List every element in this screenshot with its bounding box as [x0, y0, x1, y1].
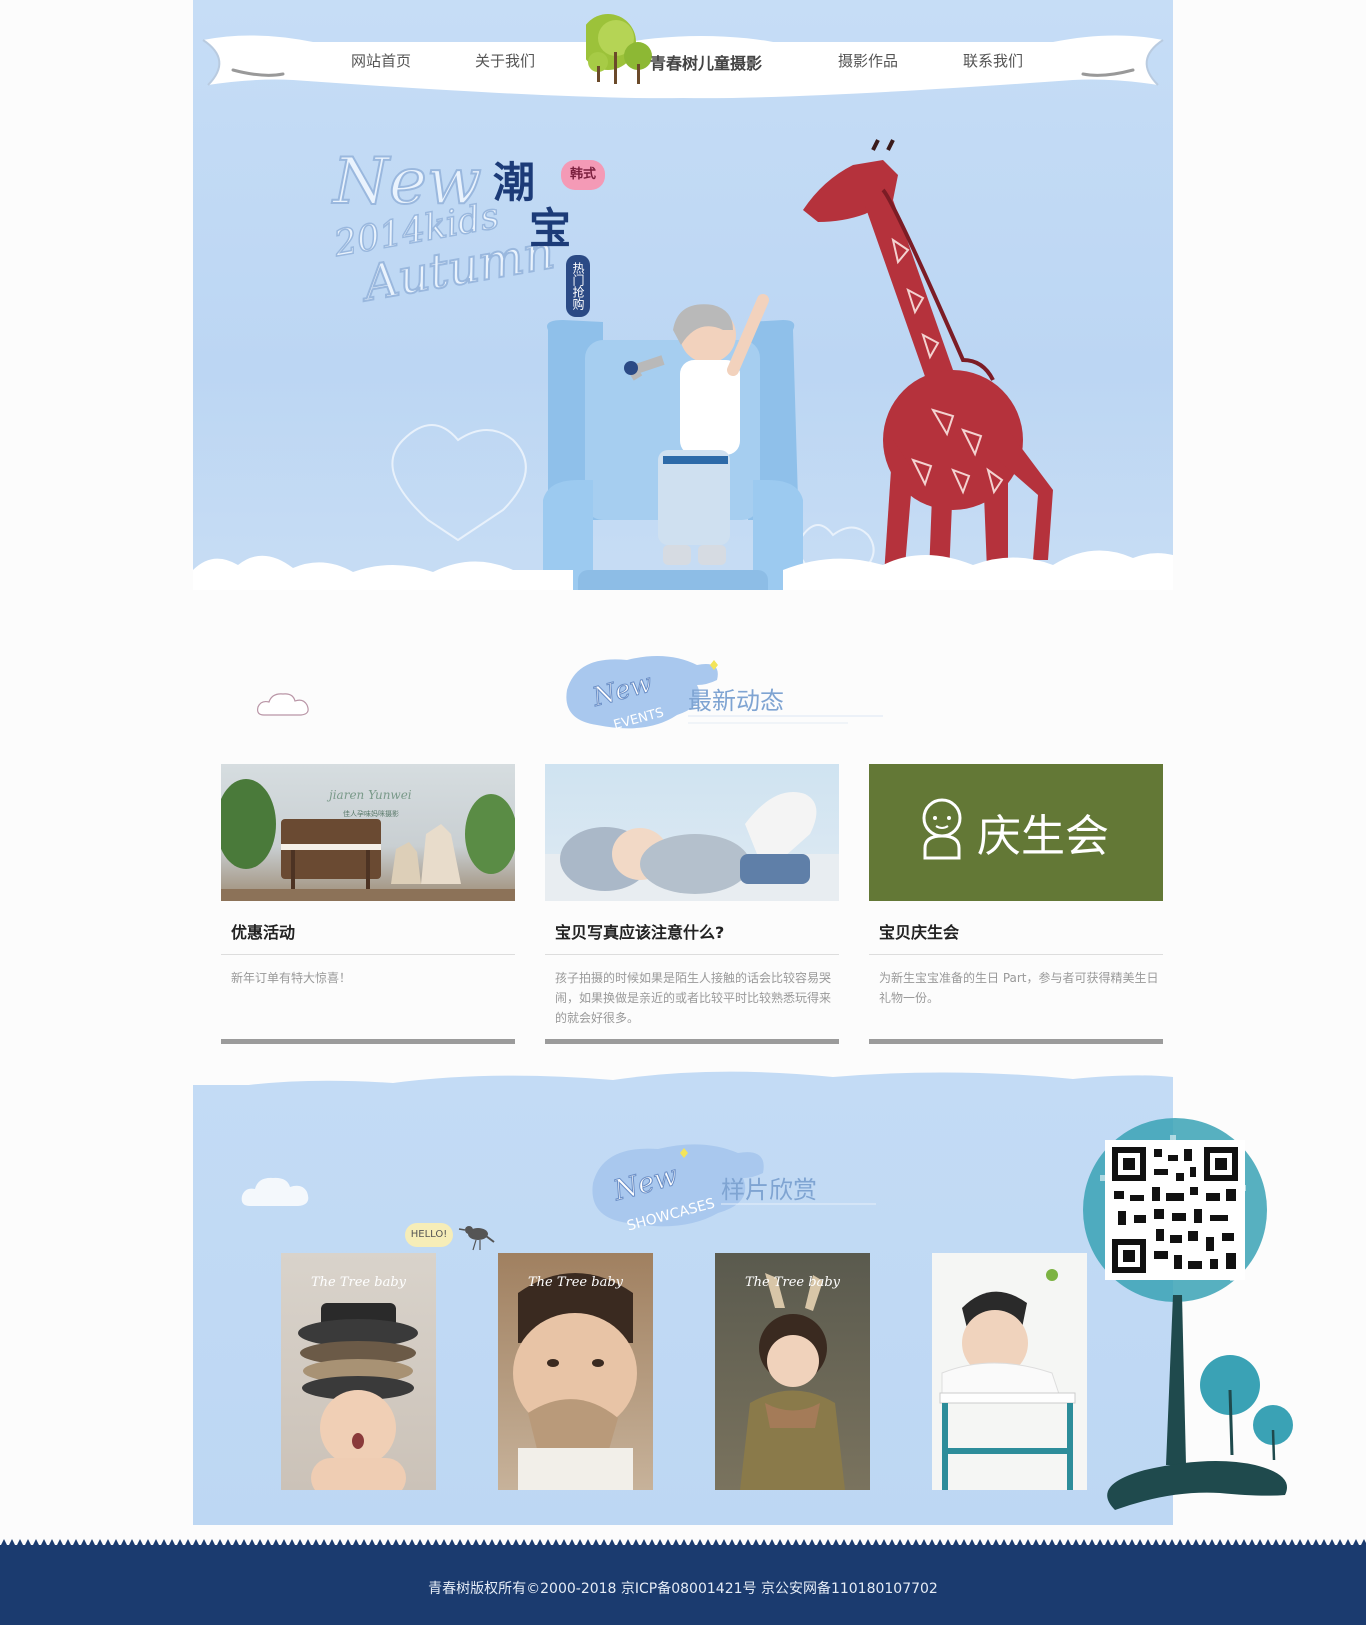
news-card-image[interactable]: 庆生会 [869, 764, 1163, 901]
news-card-desc: 新年订单有特大惊喜！ [231, 971, 352, 985]
news-card-image-text-1: jiaren Yunwei [326, 788, 412, 802]
hero-clouds [193, 550, 1173, 620]
news-card-image[interactable] [545, 764, 839, 901]
cloud-icon [241, 1177, 309, 1206]
divider [869, 954, 1163, 955]
boy-chair-icon [939, 1269, 1076, 1490]
baby-lying-icon [545, 792, 839, 901]
showcase-photo[interactable]: The Tree baby [281, 1253, 436, 1490]
bird-icon [458, 1226, 495, 1251]
news-card-desc: 为新生宝宝准备的生日 Part，参与者可获得精美生日礼物一份。 [879, 971, 1159, 1005]
baby-face-icon [922, 798, 962, 860]
qr-tree-icon[interactable] [1070, 1115, 1295, 1515]
birthday-image-text: 庆生会 [977, 811, 1109, 862]
showcase-photo[interactable] [932, 1253, 1087, 1490]
small-cloud-icon [257, 693, 309, 716]
news-card-title[interactable]: 优惠活动 [231, 919, 295, 943]
showcase-photo[interactable]: The Tree baby [498, 1253, 653, 1490]
news-title-underline [688, 715, 883, 724]
divider [545, 954, 839, 955]
photo-caption: The Tree baby [744, 1275, 840, 1290]
card-bottom-bar [221, 1039, 515, 1044]
showcase-photo[interactable]: The Tree baby [715, 1253, 870, 1490]
footer-zigzag [0, 1539, 1366, 1547]
news-card-image[interactable]: jiaren Yunwei 佳人孕味妈咪摄影 [221, 764, 515, 901]
news-card-desc: 孩子拍摄的时候如果是陌生人接触的话会比较容易哭闹，如果换做是亲近的或者比较平时比… [555, 971, 832, 1025]
card-bottom-bar [869, 1039, 1163, 1044]
news-card-birthday[interactable]: 庆生会 宝贝庆生会 为新生宝宝准备的生日 Part，参与者可获得精美生日礼物一份… [869, 764, 1163, 1044]
news-title: 最新动态 [688, 688, 784, 715]
showcase-title-underline [721, 1203, 876, 1205]
news-card-tips[interactable]: 宝贝写真应该注意什么? 孩子拍摄的时候如果是陌生人接触的话会比较容易哭闹，如果换… [545, 764, 839, 1044]
divider [221, 954, 515, 955]
photo-caption: The Tree baby [310, 1275, 406, 1290]
news-card-image-text-2: 佳人孕味妈咪摄影 [343, 809, 399, 818]
piano-scene-icon: jiaren Yunwei 佳人孕味妈咪摄影 [221, 779, 515, 901]
hello-text: HELLO! [410, 1229, 448, 1240]
news-card-promo[interactable]: jiaren Yunwei 佳人孕味妈咪摄影 优惠活动 新年订单有特大惊喜！ [221, 764, 515, 1044]
news-card-title[interactable]: 宝贝写真应该注意什么? [555, 919, 724, 943]
hero-banner: 网站首页 关于我们 摄影作品 联系我们 青春树儿童摄影 New 2014kids… [193, 0, 1173, 620]
footer-copyright: 青春树版权所有©2000-2018 京ICP备08001421号 京公安网备11… [428, 1581, 938, 1597]
news-cards: jiaren Yunwei 佳人孕味妈咪摄影 优惠活动 新年订单有特大惊喜！ 宝… [221, 764, 1163, 1044]
card-bottom-bar [545, 1039, 839, 1044]
news-card-title[interactable]: 宝贝庆生会 [879, 919, 959, 943]
showcase-top-wave [193, 1071, 1173, 1095]
photo-caption: The Tree baby [527, 1275, 623, 1290]
hello-bubble: HELLO! [405, 1223, 453, 1247]
